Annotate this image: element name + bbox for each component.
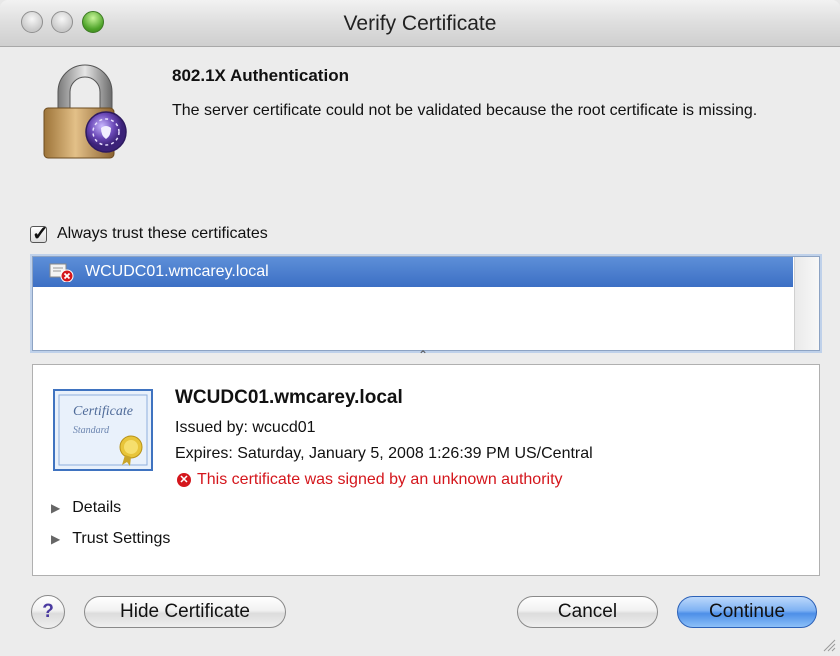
certificate-expiry: Expires: Saturday, January 5, 2008 1:26:… xyxy=(175,445,593,462)
list-scrollbar[interactable] xyxy=(794,257,819,350)
disclosure-triangle-icon[interactable]: ▶ xyxy=(51,532,60,546)
verify-certificate-window: Verify Certificate 802.1X Authentication… xyxy=(0,0,840,656)
cancel-button[interactable]: Cancel xyxy=(517,596,658,628)
certificate-details-pane: Certificate Standard WCUDC01.wmcarey.loc… xyxy=(32,364,820,576)
disclosure-triangle-icon[interactable]: ▶ xyxy=(51,501,60,515)
certificate-list-item[interactable]: WCUDC01.wmcarey.local xyxy=(33,257,793,287)
certificate-warning: ✕ This certificate was signed by an unkn… xyxy=(175,471,563,489)
trust-settings-disclosure[interactable]: ▶ Trust Settings xyxy=(51,530,170,548)
certificate-icon: Certificate Standard xyxy=(53,389,153,471)
always-trust-checkbox[interactable]: ✓ xyxy=(30,223,49,245)
certificate-issuer: Issued by: wcucd01 xyxy=(175,419,316,436)
title-bar[interactable]: Verify Certificate xyxy=(0,0,840,47)
checkmark-icon: ✓ xyxy=(32,222,49,245)
continue-button[interactable]: Continue xyxy=(677,596,817,628)
certificate-list[interactable]: WCUDC01.wmcarey.local xyxy=(32,256,820,351)
certificate-icon-subtitle: Standard xyxy=(73,425,110,436)
certificate-icon-title: Certificate xyxy=(73,404,133,419)
certificate-warning-text: This certificate was signed by an unknow… xyxy=(197,471,563,488)
details-disclosure[interactable]: ▶ Details xyxy=(51,499,121,517)
hide-certificate-button[interactable]: Hide Certificate xyxy=(84,596,286,628)
dialog-heading: 802.1X Authentication xyxy=(172,66,349,85)
padlock-icon xyxy=(43,64,127,159)
certificate-error-icon xyxy=(49,263,74,282)
trust-settings-label[interactable]: Trust Settings xyxy=(72,530,170,548)
certificate-name: WCUDC01.wmcarey.local xyxy=(175,387,403,408)
split-view-handle[interactable]: ⌃ xyxy=(418,348,428,362)
help-button[interactable]: ? xyxy=(31,595,65,629)
details-label[interactable]: Details xyxy=(72,499,121,517)
certificate-list-item-label: WCUDC01.wmcarey.local xyxy=(85,263,269,280)
window-title: Verify Certificate xyxy=(343,12,497,35)
resize-grip-icon[interactable] xyxy=(820,636,836,652)
error-icon: ✕ xyxy=(177,473,191,487)
always-trust-row[interactable]: ✓ Always trust these certificates xyxy=(30,222,268,246)
always-trust-label[interactable]: Always trust these certificates xyxy=(57,225,268,243)
dialog-message: The server certificate could not be vali… xyxy=(172,102,758,119)
